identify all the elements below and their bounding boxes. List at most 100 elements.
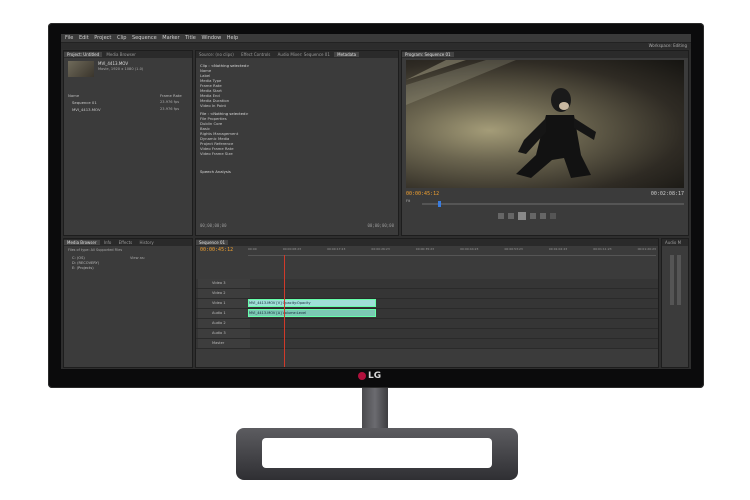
workspace-selector[interactable]: Workspace: Editing <box>649 43 687 49</box>
tab-media-browser[interactable]: Media Browser <box>103 52 139 57</box>
files-of-type[interactable]: Files of type: All Supported Files <box>68 248 122 252</box>
workspace-label: Workspace: <box>648 43 672 48</box>
audio-meter-tab: Audio M <box>662 239 688 246</box>
track-label[interactable]: Master <box>198 339 250 348</box>
ruler-tick-label: 00:01:02:23 <box>548 247 568 251</box>
program-timecode-current[interactable]: 00:00:45:12 <box>406 191 439 197</box>
brand-text: LG <box>368 371 382 381</box>
track-label[interactable]: Audio 2 <box>198 319 250 328</box>
ruler-tick-label: 00:00:08:23 <box>282 247 302 251</box>
metadata-panel: Source: (no clips) Effect Controls Audio… <box>195 50 399 236</box>
audio-clip-label: MVI_4413.MOV [A] Volume:Level <box>249 311 307 315</box>
project-panel: Project: Untitled Media Browser MVI_4413… <box>63 50 193 236</box>
meter-bar-right <box>677 255 681 305</box>
toolbar: Workspace: Editing <box>61 43 691 49</box>
menu-file[interactable]: File <box>65 35 73 41</box>
playhead-marker[interactable] <box>438 201 441 207</box>
video-clip-label: MVI_4413.MOV [V] Opacity:Opacity <box>249 301 311 305</box>
timeline-tabs: Sequence 01 <box>196 239 658 246</box>
track-row: Master <box>196 339 658 349</box>
video-frame-figure <box>406 60 596 178</box>
speech-analysis[interactable]: Speech Analysis <box>200 169 231 174</box>
clip-info: Movie, 1920 x 1080 (1.0) <box>98 67 144 71</box>
video-preview <box>406 60 684 188</box>
transport-controls <box>498 211 588 221</box>
premiere-screen: File Edit Project Clip Sequence Marker T… <box>61 34 691 369</box>
tab-project[interactable]: Project: Untitled <box>64 52 103 57</box>
tab-history[interactable]: History <box>137 240 157 245</box>
menu-title[interactable]: Title <box>185 35 196 41</box>
drive-item[interactable]: C: (OS) <box>72 256 85 260</box>
tab-metadata[interactable]: Metadata <box>334 52 360 57</box>
track-label[interactable]: Video 1 <box>198 299 250 308</box>
drive-item[interactable]: D: (RECOVERY) <box>72 261 99 265</box>
menu-sequence[interactable]: Sequence <box>132 35 157 41</box>
view-as-label: View as: <box>130 256 145 260</box>
menu-help[interactable]: Help <box>227 35 238 41</box>
play-icon[interactable] <box>518 212 526 220</box>
track-label[interactable]: Audio 1 <box>198 309 250 318</box>
tab-sequence[interactable]: Sequence 01 <box>196 240 229 245</box>
video-clip[interactable]: MVI_4413.MOV [V] Opacity:Opacity <box>248 299 376 307</box>
tab-effect-controls[interactable]: Effect Controls <box>238 52 273 57</box>
program-timecode-duration: 00:02:08:17 <box>650 191 684 197</box>
track-label[interactable]: Video 2 <box>198 289 250 298</box>
tab-program[interactable]: Program: Sequence 01 <box>402 52 454 57</box>
audio-clip[interactable]: MVI_4413.MOV [A] Volume:Level <box>248 309 376 317</box>
items-header: Name <box>68 93 80 98</box>
tab-audio-mixer[interactable]: Audio Mixer: Sequence 01 <box>275 52 333 57</box>
ruler-tick-label: 00:00:53:23 <box>504 247 523 251</box>
tab-info[interactable]: Info <box>101 240 115 245</box>
menu-edit[interactable]: Edit <box>79 35 89 41</box>
forward-icon[interactable] <box>530 213 536 219</box>
workspace-value: Editing <box>673 43 687 48</box>
track-row: Audio 3 <box>196 329 658 339</box>
menu-project[interactable]: Project <box>94 35 111 41</box>
timeline-playhead[interactable] <box>284 255 285 367</box>
timeline-tracks: Video 3 Video 2 Video 1 MVI_4413.MOV [V]… <box>196 279 658 359</box>
metadata-tabs: Source: (no clips) Effect Controls Audio… <box>196 51 398 58</box>
track-label[interactable]: Video 3 <box>198 279 250 288</box>
list-item[interactable]: Sequence 01 <box>72 100 97 105</box>
step-forward-icon[interactable] <box>540 213 546 219</box>
ruler-tick-label: 00:01:20:23 <box>637 247 656 251</box>
program-tabs: Program: Sequence 01 <box>402 51 688 58</box>
frame-rate-header: Frame Rate <box>160 93 182 98</box>
ruler-tick-label: 00:00 <box>248 247 257 251</box>
timeline-timecode[interactable]: 00:00:45:12 <box>200 247 233 253</box>
loop-icon[interactable] <box>550 213 556 219</box>
audio-meter-label[interactable]: Audio M <box>662 240 684 245</box>
timeline-panel: Sequence 01 00:00:45:12 00:00 00:00:08:2… <box>195 238 659 368</box>
menu-clip[interactable]: Clip <box>117 35 126 41</box>
ruler-tick-label: 00:00:26:23 <box>371 247 390 251</box>
timeline-ruler[interactable]: 00:00 00:00:08:23 00:00:17:23 00:00:26:2… <box>248 247 656 256</box>
clip-name: MVI_4413.MOV <box>98 61 129 66</box>
ruler-tick-label: 00:01:11:23 <box>593 247 612 251</box>
track-row: Video 1 MVI_4413.MOV [V] Opacity:Opacity <box>196 299 658 309</box>
media-browser-tabs: Media Browser Info Effects History <box>64 239 192 246</box>
metadata-row: Video Frame Size <box>200 151 233 156</box>
track-row: Audio 1 MVI_4413.MOV [A] Volume:Level <box>196 309 658 319</box>
fit-dropdown[interactable]: Fit <box>406 199 410 203</box>
menu-bar: File Edit Project Clip Sequence Marker T… <box>61 34 691 43</box>
tab-source[interactable]: Source: (no clips) <box>196 52 237 57</box>
rewind-icon[interactable] <box>508 213 514 219</box>
media-browser-panel: Media Browser Info Effects History Files… <box>63 238 193 368</box>
frame-rate-value: 23.976 fps <box>160 100 180 104</box>
metadata-timecode-right: 00;00;00;00 <box>367 223 395 228</box>
program-scrub-bar[interactable] <box>422 203 684 205</box>
ruler-tick-label: 00:00:44:23 <box>460 247 479 251</box>
menu-marker[interactable]: Marker <box>162 35 179 41</box>
tab-media-browser-2[interactable]: Media Browser <box>64 240 100 245</box>
tab-effects[interactable]: Effects <box>116 240 136 245</box>
track-row: Video 3 <box>196 279 658 289</box>
list-item[interactable]: MVI_4413.MOV <box>72 107 101 112</box>
lg-circle-icon <box>358 371 366 380</box>
lg-logo: LG <box>358 371 381 381</box>
ruler-tick-label: 00:00:17:23 <box>327 247 346 251</box>
frame-rate-value: 23.976 fps <box>160 107 180 111</box>
track-label[interactable]: Audio 3 <box>198 329 250 338</box>
menu-window[interactable]: Window <box>201 35 221 41</box>
step-back-icon[interactable] <box>498 213 504 219</box>
drive-item[interactable]: E: (Projects) <box>72 266 94 270</box>
